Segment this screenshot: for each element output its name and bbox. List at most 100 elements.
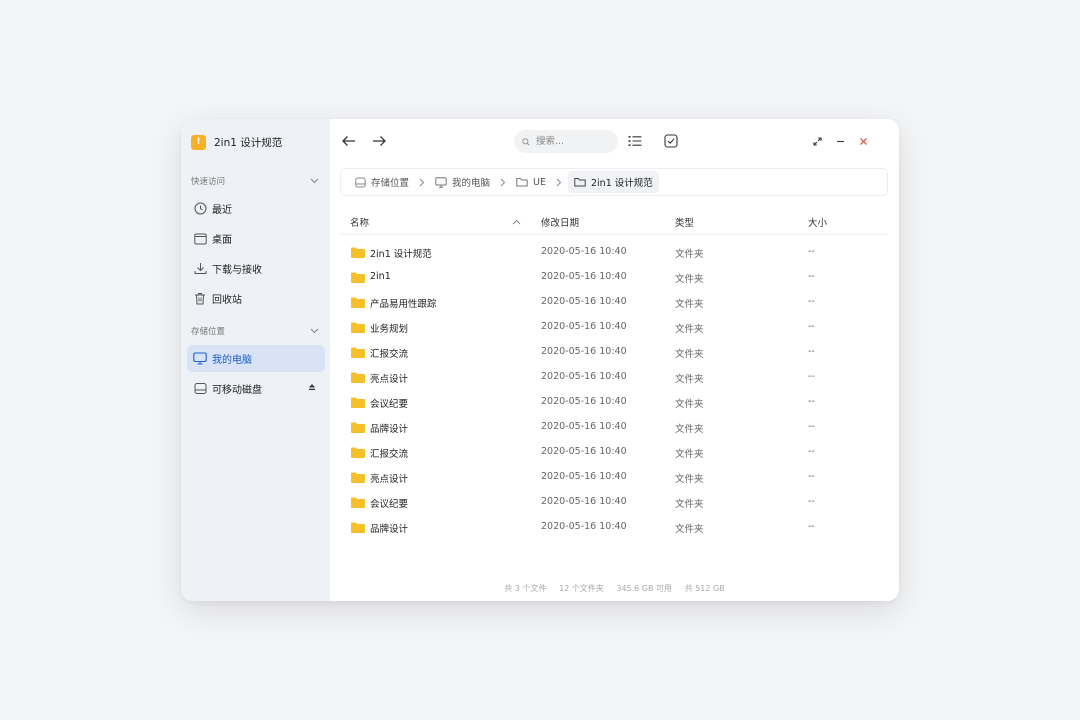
search-icon (522, 137, 530, 146)
table-row[interactable]: 汇报交流 2020-05-16 10:40 文件夹 -- (330, 340, 899, 365)
sidebar-item-desktop[interactable]: 桌面 (187, 225, 325, 252)
file-date: 2020-05-16 10:40 (541, 446, 627, 457)
list-view-button[interactable] (626, 132, 644, 150)
file-size: -- (808, 371, 815, 382)
file-size: -- (808, 471, 815, 482)
breadcrumb-label: 存储位置 (371, 178, 410, 189)
file-type: 文件夹 (675, 249, 704, 260)
table-row[interactable]: 品牌设计 2020-05-16 10:40 文件夹 -- (330, 515, 899, 540)
column-header-label: 名称 (350, 218, 370, 229)
status-total: 共 512 GB (684, 584, 725, 593)
file-type: 文件夹 (675, 424, 704, 435)
table-row[interactable]: 产品易用性跟踪 2020-05-16 10:40 文件夹 -- (330, 290, 899, 315)
restore-icon (812, 136, 822, 146)
file-name: 2in1 (370, 271, 391, 282)
checkbox-icon (664, 134, 678, 148)
status-file-count: 共 3 个文件 (504, 584, 547, 593)
column-header-size[interactable]: 大小 (808, 215, 827, 229)
file-name: 汇报交流 (370, 449, 409, 460)
sidebar-item-my-computer[interactable]: 我的电脑 (187, 345, 325, 372)
table-row[interactable]: 品牌设计 2020-05-16 10:40 文件夹 -- (330, 415, 899, 440)
chevron-right-icon (556, 178, 562, 187)
chevron-right-icon (500, 178, 506, 187)
file-type: 文件夹 (675, 399, 704, 410)
forward-button[interactable] (369, 132, 389, 150)
file-size: -- (808, 296, 815, 307)
arrow-left-icon (341, 136, 355, 146)
breadcrumb-my-computer[interactable]: 我的电脑 (431, 171, 494, 193)
file-name: 2in1 设计规范 (370, 249, 432, 260)
file-type: 文件夹 (675, 474, 704, 485)
minimize-icon (836, 140, 844, 142)
header-divider (340, 234, 888, 235)
folder-icon (351, 447, 365, 458)
chevron-right-icon (419, 178, 425, 187)
file-name: 亮点设计 (370, 374, 409, 385)
file-name: 品牌设计 (370, 424, 409, 435)
file-type: 文件夹 (675, 299, 704, 310)
download-icon (193, 262, 207, 276)
breadcrumb-storage[interactable]: 存储位置 (351, 171, 413, 193)
table-row[interactable]: 亮点设计 2020-05-16 10:40 文件夹 -- (330, 365, 899, 390)
file-size: -- (808, 521, 815, 532)
storage-header[interactable]: 存储位置 (191, 324, 319, 338)
file-type: 文件夹 (675, 524, 704, 535)
file-type: 文件夹 (675, 374, 704, 385)
column-header-type[interactable]: 类型 (675, 215, 694, 229)
table-row[interactable]: 会议纪要 2020-05-16 10:40 文件夹 -- (330, 390, 899, 415)
sort-ascending-icon[interactable] (512, 217, 521, 228)
eject-icon[interactable] (308, 383, 316, 391)
folder-icon (351, 497, 365, 508)
sidebar-item-downloads[interactable]: 下载与接收 (187, 255, 325, 282)
close-button[interactable] (855, 133, 871, 149)
restore-button[interactable] (809, 133, 825, 149)
folder-icon (351, 522, 365, 533)
drive-icon (193, 382, 207, 396)
breadcrumb-current[interactable]: 2in1 设计规范 (568, 171, 659, 193)
folder-icon (351, 472, 365, 483)
sidebar-item-label: 我的电脑 (212, 355, 252, 366)
file-manager-window: ! 2in1 设计规范 快速访问 最近 桌面 下载与接收 回收站 存储位置 我的… (181, 119, 899, 601)
drive-icon (355, 177, 366, 188)
file-date: 2020-05-16 10:40 (541, 371, 627, 382)
file-type: 文件夹 (675, 449, 704, 460)
column-header-date[interactable]: 修改日期 (541, 215, 579, 229)
breadcrumb-label: 我的电脑 (452, 178, 491, 189)
file-size: -- (808, 446, 815, 457)
monitor-icon (193, 352, 207, 366)
column-header-name[interactable]: 名称 (350, 215, 369, 229)
search-input[interactable] (534, 135, 618, 148)
sidebar-item-label: 回收站 (212, 295, 242, 306)
folder-icon (351, 247, 365, 258)
folder-outline-icon (574, 177, 586, 187)
sidebar-item-removable-disk[interactable]: 可移动磁盘 (187, 375, 325, 402)
folder-icon (351, 347, 365, 358)
table-row[interactable]: 2in1 设计规范 2020-05-16 10:40 文件夹 -- (330, 240, 899, 265)
table-row[interactable]: 会议纪要 2020-05-16 10:40 文件夹 -- (330, 490, 899, 515)
folder-icon (351, 297, 365, 308)
table-row[interactable]: 业务规划 2020-05-16 10:40 文件夹 -- (330, 315, 899, 340)
file-type: 文件夹 (675, 274, 704, 285)
breadcrumb-label: UE (533, 176, 546, 188)
sidebar-item-recent[interactable]: 最近 (187, 195, 325, 222)
chevron-down-icon[interactable] (310, 178, 319, 184)
sidebar-item-trash[interactable]: 回收站 (187, 285, 325, 312)
status-available: 345.6 GB 可用 (616, 584, 673, 593)
file-type: 文件夹 (675, 499, 704, 510)
file-date: 2020-05-16 10:40 (541, 271, 627, 282)
table-row[interactable]: 亮点设计 2020-05-16 10:40 文件夹 -- (330, 465, 899, 490)
minimize-button[interactable] (832, 133, 848, 149)
status-folder-count: 12 个文件夹 (559, 584, 604, 593)
breadcrumb-label: 2in1 设计规范 (591, 178, 653, 189)
select-button[interactable] (662, 132, 680, 150)
folder-outline-icon (516, 177, 528, 187)
quick-access-header[interactable]: 快速访问 (191, 174, 319, 188)
search-box[interactable] (514, 130, 618, 153)
table-row[interactable]: 2in1 2020-05-16 10:40 文件夹 -- (330, 265, 899, 290)
file-name: 会议纪要 (370, 399, 409, 410)
table-row[interactable]: 汇报交流 2020-05-16 10:40 文件夹 -- (330, 440, 899, 465)
file-size: -- (808, 271, 815, 282)
chevron-down-icon[interactable] (310, 328, 319, 334)
breadcrumb-ue[interactable]: UE (512, 171, 550, 193)
back-button[interactable] (338, 132, 358, 150)
